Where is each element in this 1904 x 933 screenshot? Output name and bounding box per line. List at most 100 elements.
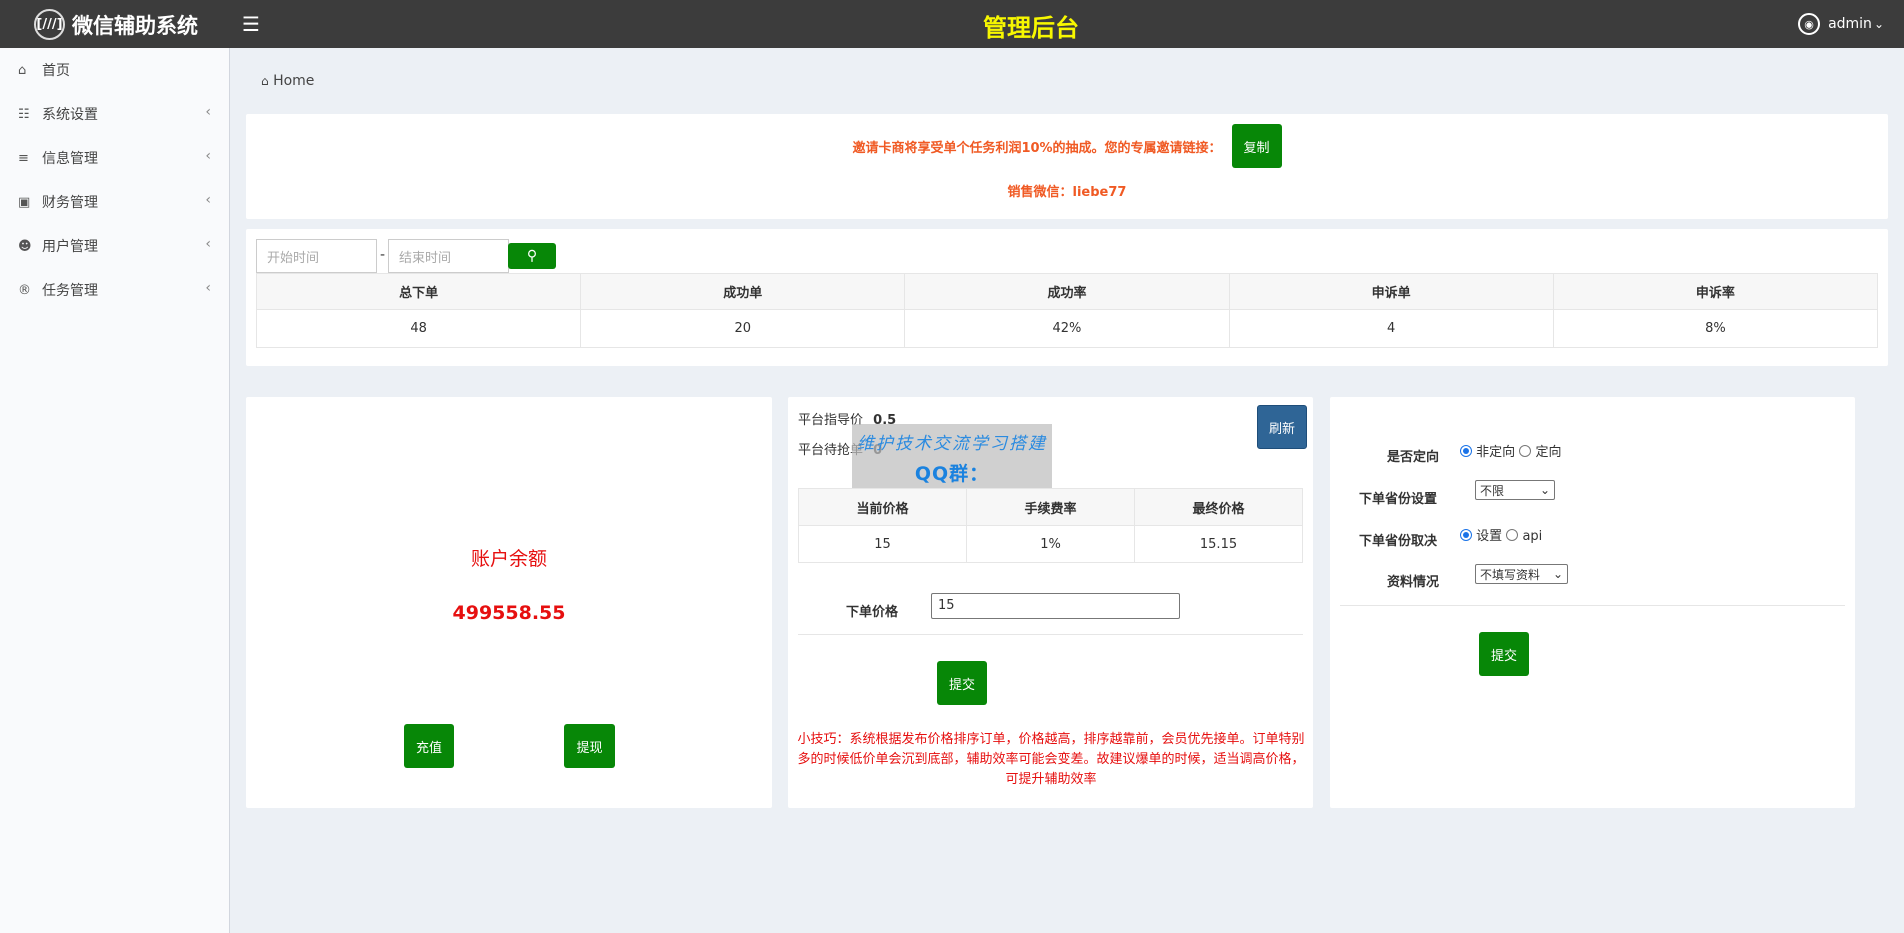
directed-radio-group: 非定向 定向 [1460, 441, 1561, 460]
table-header-row: 当前价格 手续费率 最终价格 [798, 488, 1303, 526]
users-icon: ☻ [18, 238, 32, 254]
chevron-left-icon: ‹ [205, 104, 211, 120]
divider [1340, 605, 1845, 606]
table-cell: 8% [1552, 309, 1879, 348]
watermark-line-1: 维护技术交流学习搭建 [857, 434, 1047, 454]
sidebar-item-tasks[interactable]: ® 任务管理 ‹ [0, 268, 229, 312]
order-price-input[interactable]: 15 [931, 593, 1180, 619]
chevron-left-icon: ‹ [205, 192, 211, 208]
table-row: 48 20 42% 4 8% [255, 309, 1879, 348]
menu-toggle-icon[interactable]: ☰ [242, 12, 260, 36]
search-button[interactable]: ⚲ [508, 243, 556, 269]
profile-label: 资料情况 [1387, 575, 1440, 590]
profile-select[interactable]: 不填写资料 ⌄ [1475, 564, 1568, 584]
settings-submit-button[interactable]: 提交 [1479, 632, 1529, 676]
sidebar-item-users[interactable]: ☻ 用户管理 ‹ [0, 224, 229, 268]
table-header-row: 总下单 成功单 成功率 申诉单 申诉率 [255, 273, 1879, 310]
balance-panel: 账户余额 499558.55 充值 提现 [246, 397, 772, 808]
directed-label: 是否定向 [1387, 450, 1440, 465]
sidebar-item-info-management[interactable]: ≡ 信息管理 ‹ [0, 136, 229, 180]
column-header: 申诉单 [1228, 273, 1554, 310]
stats-table: 总下单 成功单 成功率 申诉单 申诉率 48 20 42% 4 8% [255, 273, 1879, 348]
table-cell: 42% [904, 309, 1230, 348]
radio-directed[interactable] [1519, 445, 1532, 457]
refresh-button[interactable]: 刷新 [1257, 405, 1307, 449]
breadcrumb: ⌂ Home [261, 73, 314, 89]
sidebar-item-label: 财务管理 [42, 195, 98, 211]
table-cell: 1% [966, 525, 1135, 563]
table-cell: 4 [1228, 309, 1554, 348]
watermark-overlay: 维护技术交流学习搭建 QQ群：718195723 [852, 424, 1052, 508]
search-icon: ⚲ [526, 248, 538, 264]
sidebar-item-label: 用户管理 [42, 239, 98, 255]
registered-icon: ® [18, 282, 31, 298]
app-name: 微信辅助系统 [72, 13, 198, 38]
chevron-down-icon: ⌄ [1552, 567, 1563, 581]
sidebar-item-label: 首页 [42, 63, 70, 79]
user-menu[interactable]: ◉ admin ⌄ [1798, 13, 1884, 35]
profile-select-value: 不填写资料 [1480, 567, 1541, 582]
province-source-radio-group: 设置 api [1460, 525, 1542, 544]
username: admin [1828, 16, 1872, 32]
recharge-button[interactable]: 充值 [404, 724, 454, 768]
user-avatar-icon: ◉ [1798, 13, 1821, 35]
invite-panel: 邀请卡商将享受单个任务利润10%的抽成。您的专属邀请链接： 复制 销售微信：li… [246, 114, 1888, 219]
province-select-value: 不限 [1480, 483, 1505, 498]
pricing-panel: 平台指导价 0.5 平台待抢单 0 刷新 维护技术交流学习搭建 QQ群：7181… [788, 397, 1313, 808]
app-logo[interactable]: [///] 微信辅助系统 [34, 9, 198, 40]
province-setting-label: 下单省份设置 [1359, 492, 1438, 507]
column-header: 当前价格 [798, 488, 967, 526]
radio-non-directed[interactable] [1460, 445, 1472, 457]
price-submit-button[interactable]: 提交 [937, 661, 987, 705]
radio-label: 非定向 [1476, 445, 1516, 460]
end-date-input[interactable]: 结束时间 [388, 239, 509, 273]
start-date-input[interactable]: 开始时间 [256, 239, 377, 273]
list-icon: ≡ [18, 150, 29, 166]
sidebar-item-system-settings[interactable]: ☷ 系统设置 ‹ [0, 92, 229, 136]
radio-api[interactable] [1506, 529, 1519, 541]
order-price-label: 下单价格 [846, 605, 899, 620]
column-header: 成功单 [580, 273, 906, 310]
balance-label: 账户余额 [470, 548, 547, 570]
settings-panel: 是否定向 非定向 定向 下单省份设置 不限 ⌄ 下单省份取决 设置 api 资料… [1330, 397, 1855, 808]
table-cell: 15 [798, 525, 967, 563]
chevron-left-icon: ‹ [205, 148, 211, 164]
withdraw-button[interactable]: 提现 [564, 724, 615, 768]
table-cell: 20 [580, 309, 906, 348]
province-select[interactable]: 不限 ⌄ [1475, 480, 1555, 500]
chevron-down-icon: ⌄ [1539, 483, 1550, 497]
column-header: 手续费率 [966, 488, 1135, 526]
column-header: 申诉率 [1552, 273, 1879, 310]
logo-icon: [///] [34, 9, 65, 40]
sidebar-item-finance[interactable]: ▣ 财务管理 ‹ [0, 180, 229, 224]
province-source-label: 下单省份取决 [1359, 534, 1438, 549]
chevron-down-icon: ⌄ [1873, 17, 1884, 31]
column-header: 总下单 [255, 273, 582, 310]
sidebar-item-label: 任务管理 [42, 283, 98, 299]
table-cell: 48 [255, 309, 582, 348]
breadcrumb-home-link[interactable]: Home [273, 73, 314, 89]
chevron-left-icon: ‹ [205, 280, 211, 296]
date-separator: - [380, 247, 386, 263]
column-header: 最终价格 [1134, 488, 1303, 526]
home-icon: ⌂ [18, 62, 27, 78]
table-cell: 15.15 [1134, 525, 1303, 563]
price-table: 当前价格 手续费率 最终价格 15 1% 15.15 [798, 488, 1303, 563]
stats-panel: 开始时间 - 结束时间 ⚲ 总下单 成功单 成功率 申诉单 申诉率 48 20 … [246, 229, 1888, 366]
pricing-tip: 小技巧：系统根据发布价格排序订单，价格越高，排序越靠前，会员优先接单。订单特别多… [797, 732, 1305, 787]
radio-label: 定向 [1535, 445, 1562, 460]
top-bar: [///] 微信辅助系统 ☰ 管理后台 ◉ admin ⌄ [0, 0, 1904, 48]
radio-label: api [1522, 529, 1543, 544]
invite-text: 邀请卡商将享受单个任务利润10%的抽成。您的专属邀请链接： [852, 140, 1222, 156]
table-row: 15 1% 15.15 [798, 525, 1303, 563]
sidebar: ⌂ 首页 ☷ 系统设置 ‹ ≡ 信息管理 ‹ ▣ 财务管理 ‹ ☻ 用户管理 ‹… [0, 48, 230, 933]
sidebar-item-home[interactable]: ⌂ 首页 [0, 48, 229, 92]
copy-link-button[interactable]: 复制 [1231, 124, 1282, 168]
chevron-left-icon: ‹ [205, 236, 211, 252]
divider [798, 634, 1303, 635]
balance-amount: 499558.55 [452, 602, 566, 624]
column-header: 成功率 [904, 273, 1230, 310]
settings-list-icon: ☷ [18, 106, 30, 122]
home-icon: ⌂ [261, 74, 269, 88]
radio-setting[interactable] [1460, 529, 1472, 541]
